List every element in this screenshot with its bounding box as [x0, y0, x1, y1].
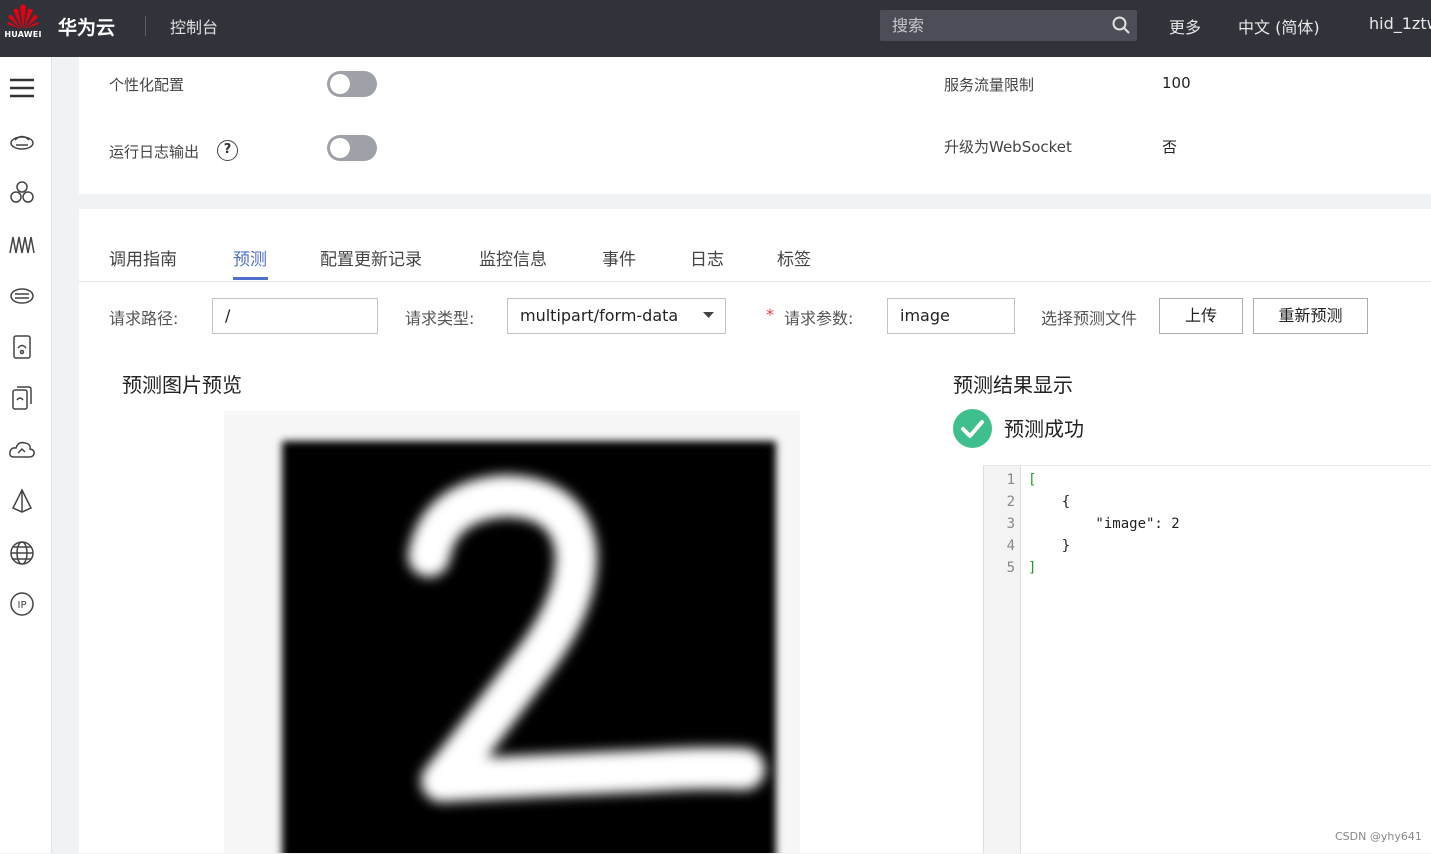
line-number: 5 — [1006, 560, 1015, 576]
cluster-icon[interactable] — [9, 180, 35, 206]
tab-logs[interactable]: 日志 — [690, 245, 724, 270]
success-check-icon — [953, 409, 992, 448]
ai-model-icon[interactable] — [9, 231, 35, 257]
search-box[interactable] — [880, 10, 1137, 41]
tab-config-history[interactable]: 配置更新记录 — [320, 245, 422, 270]
tab-events[interactable]: 事件 — [602, 245, 636, 270]
svg-text:IP: IP — [18, 600, 27, 611]
code-line: "image": 2 — [1028, 516, 1180, 532]
console-link[interactable]: 控制台 — [170, 14, 218, 38]
request-type-label: 请求类型: — [405, 309, 475, 328]
divider — [145, 16, 146, 36]
request-path-label: 请求路径: — [109, 309, 179, 328]
request-type-select[interactable]: multipart/form-data — [507, 298, 726, 334]
upload-button[interactable]: 上传 — [1159, 298, 1243, 334]
preview-title: 预测图片预览 — [122, 373, 242, 397]
brand-name[interactable]: 华为云 — [58, 13, 115, 40]
websocket-label: 升级为WebSocket — [944, 138, 1072, 156]
traffic-limit-label: 服务流量限制 — [944, 76, 1035, 94]
websocket-value: 否 — [1162, 138, 1178, 156]
request-path-input[interactable]: / — [212, 298, 378, 334]
chevron-down-icon — [703, 312, 714, 318]
line-number-gutter: 1 2 3 4 5 — [984, 466, 1021, 854]
active-tab-indicator — [233, 277, 268, 280]
tab-tags[interactable]: 标签 — [777, 245, 811, 270]
help-icon[interactable]: ? — [217, 140, 238, 161]
digit-image — [282, 441, 776, 853]
language-menu[interactable]: 中文 (简体) — [1238, 14, 1320, 38]
database-icon[interactable] — [9, 283, 35, 309]
log-output-toggle[interactable] — [327, 135, 377, 161]
logo-text: HUAWEI — [4, 30, 42, 39]
search-input[interactable] — [880, 10, 1105, 41]
tab-monitoring[interactable]: 监控信息 — [479, 245, 547, 270]
repredict-button[interactable]: 重新预测 — [1253, 298, 1368, 334]
menu-icon[interactable] — [9, 75, 35, 101]
network-icon[interactable] — [9, 488, 35, 514]
tab-divider — [79, 281, 1431, 282]
line-number: 1 — [1006, 472, 1015, 488]
huawei-logo-icon — [7, 4, 39, 29]
sidebar: IP — [0, 57, 52, 853]
cloud-server-icon[interactable] — [9, 129, 35, 155]
code-line: [ — [1028, 472, 1037, 488]
top-bar: HUAWEI 华为云 控制台 更多 中文 (简体) hid_1ztw — [0, 0, 1431, 57]
request-param-label: 请求参数: — [784, 309, 854, 328]
tab-predict[interactable]: 预测 — [233, 245, 267, 270]
storage-icon[interactable] — [9, 334, 35, 360]
config-card: 个性化配置 运行日志输出 ? 服务流量限制 100 升级为WebSocket 否 — [79, 57, 1431, 194]
log-output-label: 运行日志输出 — [109, 143, 200, 161]
request-type-value: multipart/form-data — [520, 306, 679, 325]
line-number: 4 — [1006, 538, 1015, 554]
traffic-limit-value: 100 — [1162, 74, 1191, 92]
line-number: 2 — [1006, 494, 1015, 510]
success-status: 预测成功 — [1004, 417, 1084, 441]
tab-call-guide[interactable]: 调用指南 — [109, 245, 177, 270]
personalized-config-label: 个性化配置 — [109, 76, 185, 94]
watermark: CSDN @yhy641 — [1335, 830, 1422, 843]
more-menu[interactable]: 更多 — [1169, 14, 1201, 38]
request-param-input[interactable]: image — [887, 298, 1015, 334]
preview-image — [224, 411, 800, 853]
required-mark: * — [766, 305, 774, 324]
result-title: 预测结果显示 — [953, 373, 1073, 397]
cloud-monitor-icon[interactable] — [9, 437, 35, 463]
code-line: ] — [1028, 560, 1037, 576]
code-line: { — [1028, 494, 1071, 510]
personalized-config-toggle[interactable] — [327, 71, 377, 97]
line-number: 3 — [1006, 516, 1015, 532]
result-code-editor[interactable]: 1 2 3 4 5 [ { "image": 2 } ] — [983, 465, 1431, 854]
user-menu[interactable]: hid_1ztw — [1369, 14, 1431, 33]
select-file-label: 选择预测文件 — [1041, 309, 1138, 328]
ip-icon[interactable]: IP — [9, 591, 35, 617]
huawei-logo[interactable]: HUAWEI — [3, 4, 43, 46]
document-icon[interactable] — [9, 385, 35, 411]
globe-icon[interactable] — [9, 540, 35, 566]
search-icon[interactable] — [1111, 15, 1131, 35]
code-line: } — [1028, 538, 1071, 554]
